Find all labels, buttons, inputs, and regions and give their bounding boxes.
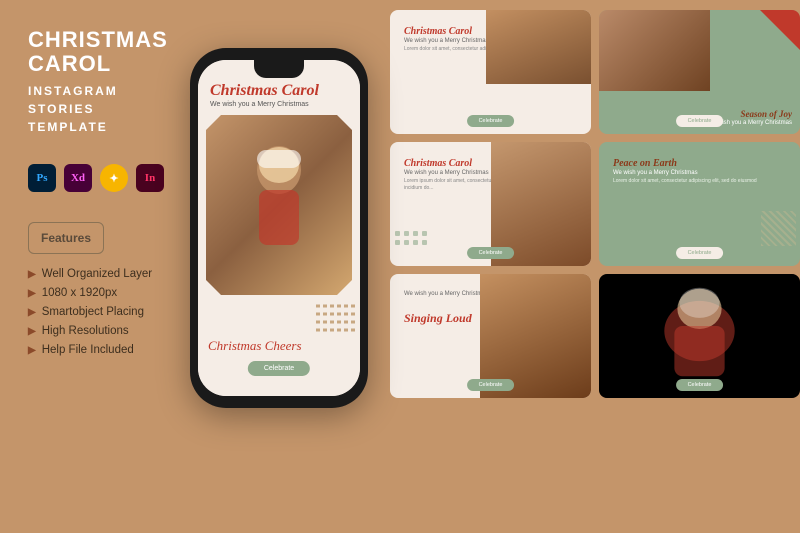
card-2-red-corner — [760, 10, 800, 50]
main-title: CHRISTMAS CAROL — [28, 28, 190, 76]
features-box: Features — [28, 222, 104, 254]
photoshop-icon: Ps — [28, 164, 56, 192]
arrow-icon: ▶ — [28, 307, 36, 318]
phone-wrapper: Christmas Carol We wish you a Merry Chri… — [190, 18, 370, 518]
card-4-celebrate-btn[interactable]: Celebrate — [676, 247, 724, 259]
arrow-icon: ▶ — [28, 345, 36, 356]
phone-stripes-decoration — [316, 298, 356, 338]
feature-item: ▶ High Resolutions — [28, 325, 190, 337]
card-3-dots — [395, 231, 429, 256]
stripes-svg — [316, 298, 356, 338]
phone-notch — [254, 60, 304, 78]
xd-icon: Xd — [64, 164, 92, 192]
card-4-stripes — [761, 211, 796, 246]
santa-figure — [239, 135, 319, 275]
arrow-icon: ▶ — [28, 326, 36, 337]
phone-image-area — [206, 115, 352, 295]
feature-list: ▶ Well Organized Layer ▶ 1080 x 1920px ▶… — [28, 268, 190, 356]
app-icons-row: Ps Xd ✦ In — [28, 164, 190, 192]
phone-celebrate-button[interactable]: Celebrate — [248, 361, 310, 376]
card-4-body: Lorem dolor sit amet, consectetur adipis… — [613, 178, 786, 185]
features-label: Features — [41, 231, 91, 245]
phone-script-title: Christmas Carol — [210, 82, 348, 100]
card-1-celebrate-btn[interactable]: Celebrate — [467, 115, 515, 127]
indesign-icon: In — [136, 164, 164, 192]
arrow-icon: ▶ — [28, 269, 36, 280]
card-3-celebrate-btn[interactable]: Celebrate — [467, 247, 515, 259]
card-6-celebrate-btn[interactable]: Celebrate — [676, 379, 724, 391]
phone-bottom-script: Christmas Cheers — [208, 338, 350, 354]
sub-title: INSTAGRAM STORIES TEMPLATE — [28, 82, 190, 136]
card-christmas-carol-3: Christmas Carol We wish you a Merry Chri… — [390, 142, 591, 266]
card-4-subtitle: We wish you a Merry Christmas — [613, 170, 786, 176]
card-peace-on-earth: Peace on Earth We wish you a Merry Chris… — [599, 142, 800, 266]
card-christmas-carol-1: Christmas Carol We wish you a Merry Chri… — [390, 10, 591, 134]
card-season-of-joy: Season of Joy We wish you a Merry Christ… — [599, 10, 800, 134]
feature-item: ▶ Well Organized Layer — [28, 268, 190, 280]
phone-content: Christmas Carol We wish you a Merry Chri… — [198, 60, 360, 396]
card-2-image — [599, 10, 710, 91]
card-6: Celebrate — [599, 274, 800, 398]
phone-bottom-text: Christmas Cheers — [208, 338, 350, 354]
phone-screen: Christmas Carol We wish you a Merry Chri… — [198, 60, 360, 396]
left-panel: CHRISTMAS CAROL INSTAGRAM STORIES TEMPLA… — [0, 0, 210, 533]
arrow-icon: ▶ — [28, 288, 36, 299]
card-5-celebrate-btn[interactable]: Celebrate — [467, 379, 515, 391]
feature-item: ▶ Help File Included — [28, 344, 190, 356]
card-singing-loud: We wish you a Merry Christmas Singing Lo… — [390, 274, 591, 398]
card-4-title: Peace on Earth — [613, 158, 786, 169]
phone-subtitle: We wish you a Merry Christmas — [210, 101, 348, 108]
card-1-image — [486, 10, 591, 84]
card-2-celebrate-btn[interactable]: Celebrate — [676, 115, 724, 127]
feature-item: ▶ 1080 x 1920px — [28, 287, 190, 299]
card-4-text: Peace on Earth We wish you a Merry Chris… — [607, 150, 792, 193]
feature-item: ▶ Smartobject Placing — [28, 306, 190, 318]
sketch-icon: ✦ — [100, 164, 128, 192]
right-grid: Christmas Carol We wish you a Merry Chri… — [390, 10, 800, 530]
phone-image-placeholder — [206, 115, 352, 295]
phone-frame: Christmas Carol We wish you a Merry Chri… — [190, 48, 368, 408]
